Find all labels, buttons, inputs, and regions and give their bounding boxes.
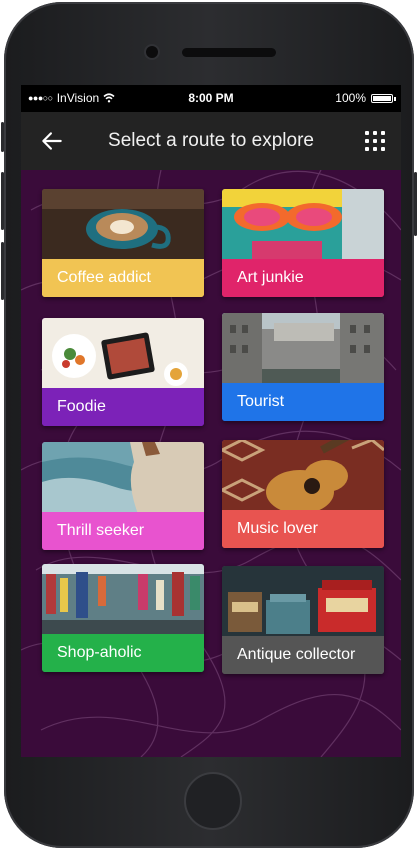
volume-down-button <box>1 242 4 300</box>
route-grid: Coffee addict Art junkie Foodie Tourist … <box>21 170 401 757</box>
route-card-label: Antique collector <box>222 636 384 674</box>
route-card[interactable]: Antique collector <box>222 566 384 674</box>
latte-art-photo <box>42 189 204 261</box>
ocean-cliff-photo <box>42 442 204 514</box>
route-card-label: Shop-aholic <box>42 634 204 672</box>
battery-icon <box>371 93 396 103</box>
route-card-label: Tourist <box>222 383 384 421</box>
route-card[interactable]: Shop-aholic <box>42 564 204 672</box>
front-camera <box>146 46 158 58</box>
venice-canal-photo <box>222 313 384 385</box>
antique-tins-photo <box>222 566 384 638</box>
page-title: Select a route to explore <box>108 130 314 151</box>
power-button <box>414 172 417 236</box>
home-button[interactable] <box>184 772 242 830</box>
shopping-street-photo <box>42 564 204 636</box>
guitar-photo <box>222 440 384 512</box>
route-card[interactable]: Tourist <box>222 313 384 421</box>
graffiti-face-photo <box>222 189 384 261</box>
battery-percent: 100% <box>335 91 366 105</box>
earpiece-speaker <box>182 48 276 57</box>
route-card-label: Foodie <box>42 388 204 426</box>
volume-up-button <box>1 172 4 230</box>
route-card[interactable]: Thrill seeker <box>42 442 204 550</box>
mute-switch <box>1 122 4 152</box>
app-screen: ●●●○○ InVision 8:00 PM 100% Select a rou… <box>21 85 401 757</box>
food-tablet-photo <box>42 318 204 390</box>
route-card-label: Coffee addict <box>42 259 204 297</box>
route-card[interactable]: Foodie <box>42 318 204 426</box>
status-bar: ●●●○○ InVision 8:00 PM 100% <box>21 85 401 112</box>
route-card-label: Thrill seeker <box>42 512 204 550</box>
route-card-label: Music lover <box>222 510 384 548</box>
route-card[interactable]: Coffee addict <box>42 189 204 297</box>
route-card[interactable]: Art junkie <box>222 189 384 297</box>
route-card[interactable]: Music lover <box>222 440 384 548</box>
app-bar: Select a route to explore <box>21 112 401 170</box>
grid-dots-icon[interactable] <box>363 129 387 153</box>
route-card-label: Art junkie <box>222 259 384 297</box>
